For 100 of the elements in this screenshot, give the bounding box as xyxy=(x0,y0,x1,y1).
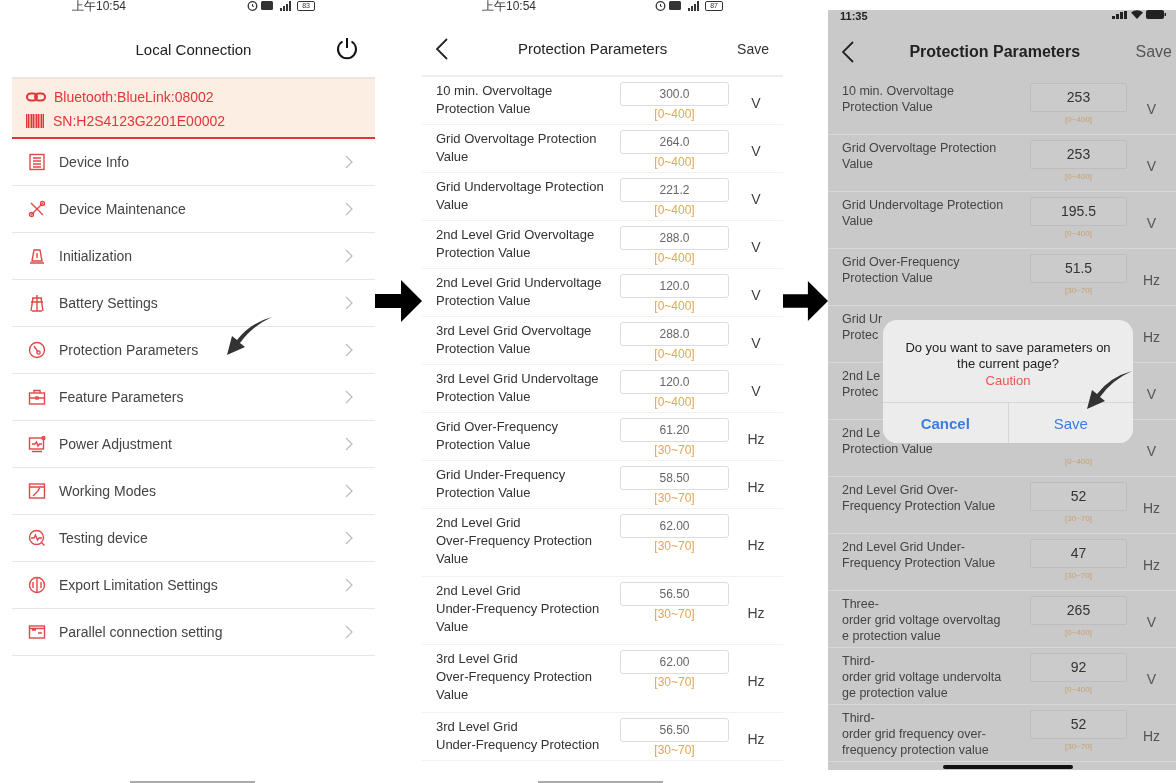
range-hint: [0~400] xyxy=(1065,684,1092,696)
menu-item[interactable]: Feature Parameters xyxy=(12,374,375,421)
menu-item[interactable]: Battery Settings xyxy=(12,280,375,327)
status-time: 上午10:54 xyxy=(72,0,127,12)
menu-item[interactable]: Device Info xyxy=(12,139,375,186)
bluetooth-text: Bluetooth:BlueLink:08002 xyxy=(54,89,214,105)
unit-label: Hz xyxy=(746,479,766,495)
value-field[interactable]: 62.00 xyxy=(620,514,729,538)
signal-icon xyxy=(1112,10,1128,19)
parameter-label: 2nd Level Grid Over-Frequency Protection Value xyxy=(436,514,593,568)
value-field[interactable]: 195.5 xyxy=(1030,197,1127,226)
save-button[interactable]: Save xyxy=(1135,43,1172,61)
stand-icon xyxy=(28,247,46,265)
unit-label: Hz xyxy=(1141,727,1162,744)
value-field[interactable]: 264.0 xyxy=(620,130,729,154)
value-field[interactable]: 120.0 xyxy=(620,274,729,298)
value-field[interactable]: 221.2 xyxy=(620,178,729,202)
range-hint: [30~70] xyxy=(654,442,695,458)
value-field[interactable]: 56.50 xyxy=(620,718,729,742)
status-time: 11:35 xyxy=(840,10,868,22)
range-hint: [0~400] xyxy=(1065,171,1092,183)
power-icon[interactable] xyxy=(335,36,359,60)
serial-number: SN:H2S4123G2201E00002 xyxy=(53,113,226,129)
parameter-label: 2nd Level Grid Undervoltage Protection Value xyxy=(436,274,602,310)
chevron-icon xyxy=(345,578,353,592)
parameter-label: 2nd Level Grid Under-Frequency Protection Value xyxy=(436,582,600,636)
unit-label: V xyxy=(750,239,762,255)
value-field[interactable]: 300.0 xyxy=(620,82,729,106)
chevron-icon xyxy=(345,155,353,169)
alarm-icon xyxy=(655,0,667,11)
chevron-icon xyxy=(345,202,353,216)
range-hint: [0~400] xyxy=(654,106,695,122)
tools-icon xyxy=(28,200,46,218)
back-icon[interactable] xyxy=(842,41,854,63)
unit-label: Hz xyxy=(1141,328,1162,345)
wifi-icon xyxy=(1131,10,1143,19)
save-button[interactable]: Save xyxy=(737,40,769,57)
back-icon[interactable] xyxy=(436,37,448,60)
value-field[interactable]: 61.20 xyxy=(620,418,729,442)
unit-label: V xyxy=(750,95,762,111)
value-field[interactable]: 120.0 xyxy=(620,370,729,394)
value-field[interactable]: 288.0 xyxy=(620,322,729,346)
unit-label: V xyxy=(750,335,762,351)
battery-icon xyxy=(1146,10,1166,19)
range-hint: [30~70] xyxy=(654,538,695,554)
unit-label: Hz xyxy=(1141,556,1162,573)
menu-item[interactable]: Working Modes xyxy=(12,468,375,515)
pointer-arrow xyxy=(226,316,272,356)
barcode-icon xyxy=(26,114,45,128)
chevron-icon xyxy=(345,531,353,545)
value-field[interactable]: 92 xyxy=(1030,653,1127,682)
parameter-label: Grid Under-Frequency Protection Value xyxy=(436,466,566,502)
parameter-label: Three- order grid voltage overvoltag e protection value xyxy=(842,596,1001,644)
parameter-label: Grid Undervoltage Protection Value xyxy=(842,197,1004,229)
value-field[interactable]: 288.0 xyxy=(620,226,729,250)
menu-item[interactable]: Parallel connection setting xyxy=(12,609,375,656)
menu-item[interactable]: Export Limitation Settings xyxy=(12,562,375,609)
card-icon xyxy=(28,623,46,641)
value-field[interactable]: 62.00 xyxy=(620,650,729,674)
menu-item[interactable]: Initialization xyxy=(12,233,375,280)
value-field[interactable]: 58.50 xyxy=(620,466,729,490)
unit-label: V xyxy=(1145,613,1158,630)
value-field[interactable]: 52 xyxy=(1030,710,1127,739)
unit-label: Hz xyxy=(1141,499,1162,516)
right-arrow-icon xyxy=(783,280,828,322)
unit-label: V xyxy=(750,191,762,207)
range-hint: [0~400] xyxy=(654,250,695,266)
range-hint: [30~70] xyxy=(1065,513,1092,525)
value-field[interactable]: 52 xyxy=(1030,482,1127,511)
chevron-icon xyxy=(345,625,353,639)
chevron-icon xyxy=(345,390,353,404)
parameter-label: 2nd Level Grid Overvoltage Protection Value xyxy=(436,226,595,262)
menu-item[interactable]: Testing device xyxy=(12,515,375,562)
range-hint: [30~70] xyxy=(1065,570,1092,582)
parameter-label: 2nd Level Grid Over- Frequency Protection Value xyxy=(842,482,996,514)
value-field[interactable]: 253 xyxy=(1030,140,1127,169)
unit-label: Hz xyxy=(746,673,766,689)
screen-title: Protection Parameters xyxy=(517,40,668,57)
parameter-label: 2nd Level Grid Under- Frequency Protection Value xyxy=(842,539,996,571)
range-hint: [0~400] xyxy=(1065,456,1092,468)
value-field[interactable]: 47 xyxy=(1030,539,1127,568)
pointer-arrow xyxy=(1086,370,1132,410)
unit-label: Hz xyxy=(746,537,766,553)
unit-label: V xyxy=(1145,157,1158,174)
menu-item[interactable]: Device Maintenance xyxy=(12,186,375,233)
value-field[interactable]: 253 xyxy=(1030,83,1127,112)
value-field[interactable]: 56.50 xyxy=(620,582,729,606)
unit-label: V xyxy=(750,287,762,303)
value-field[interactable]: 51.5 xyxy=(1030,254,1127,283)
parameter-label: Grid Ur Protec xyxy=(842,311,883,343)
unit-label: Hz xyxy=(746,605,766,621)
value-field[interactable]: 265 xyxy=(1030,596,1127,625)
unit-label: V xyxy=(1145,214,1158,231)
chevron-icon xyxy=(345,343,353,357)
parameter-label: Third- order grid frequency over- frequency protection value xyxy=(842,710,989,758)
meter-icon xyxy=(28,576,46,594)
menu-item[interactable]: Power Adjustment xyxy=(12,421,375,468)
briefcase-icon xyxy=(28,388,46,406)
screen-title: Protection Parameters xyxy=(909,43,1081,61)
chevron-icon xyxy=(345,437,353,451)
